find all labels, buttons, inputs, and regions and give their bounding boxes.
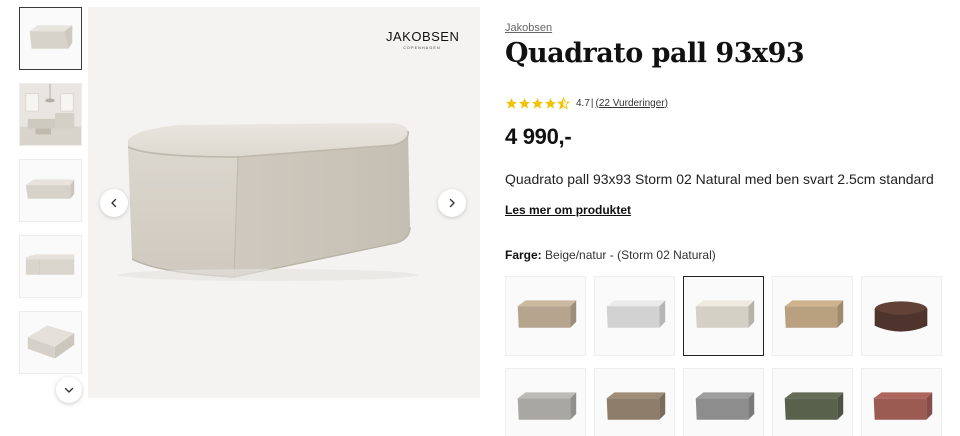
- thumbnail-2[interactable]: [19, 83, 82, 146]
- product-price: 4 990,-: [505, 124, 572, 149]
- swatch-ottoman-image: [606, 300, 666, 328]
- chevron-left-icon: [111, 198, 117, 208]
- thumbnail-1[interactable]: [19, 7, 82, 70]
- thumbnails-scroll-down-button[interactable]: [56, 377, 82, 403]
- rating-separator: |: [590, 97, 594, 109]
- thumbnail-3[interactable]: [19, 159, 82, 222]
- room-scene-image: [20, 84, 81, 145]
- color-swatch[interactable]: [861, 368, 942, 436]
- color-swatch[interactable]: [683, 368, 764, 436]
- read-more-link[interactable]: Les mer om produktet: [505, 203, 631, 217]
- swatch-ottoman-image: [874, 301, 928, 332]
- star-full-icon: [519, 97, 530, 109]
- brand-link[interactable]: Jakobsen: [505, 22, 552, 34]
- product-title: Quadrato pall 93x93: [505, 38, 805, 69]
- color-swatch[interactable]: [772, 276, 853, 356]
- ottoman-image: [25, 254, 75, 275]
- star-full-icon: [532, 97, 543, 109]
- reviews-link[interactable]: (22 Vurderinger): [596, 98, 668, 109]
- ottoman-image: [29, 25, 73, 49]
- product-description: Quadrato pall 93x93 Storm 02 Natural med…: [505, 171, 934, 187]
- star-full-icon: [545, 97, 556, 109]
- main-product-image: JAKOBSEN COPENHAGEN: [88, 7, 480, 398]
- swatch-ottoman-image: [695, 300, 755, 328]
- rating-value: 4.7: [576, 97, 590, 109]
- brand-logo: JAKOBSEN COPENHAGEN: [386, 29, 460, 50]
- swatch-ottoman-image: [784, 300, 844, 328]
- chevron-down-icon: [64, 387, 74, 393]
- swatch-ottoman-image: [873, 392, 933, 420]
- selected-color: Farge: Beige/natur - (Storm 02 Natural): [505, 248, 716, 262]
- swatch-ottoman-image: [695, 392, 755, 420]
- product-rating: 4.7 | (22 Vurderinger): [505, 95, 668, 111]
- color-swatch[interactable]: [594, 276, 675, 356]
- swatch-ottoman-image: [784, 392, 844, 420]
- star-rating: [505, 96, 570, 110]
- color-swatch[interactable]: [594, 368, 675, 436]
- ottoman-illustration: [118, 123, 418, 281]
- ottoman-image: [25, 179, 75, 199]
- swatch-ottoman-image: [517, 300, 577, 328]
- color-swatch[interactable]: [505, 368, 586, 436]
- thumbnail-5[interactable]: [19, 311, 82, 374]
- color-value: Beige/natur - (Storm 02 Natural): [545, 248, 716, 262]
- color-swatch[interactable]: [505, 276, 586, 356]
- chevron-right-icon: [449, 198, 455, 208]
- previous-image-button[interactable]: [100, 189, 128, 217]
- color-swatch[interactable]: [683, 276, 764, 356]
- star-half-icon: [557, 96, 570, 110]
- next-image-button[interactable]: [438, 189, 466, 217]
- color-swatch[interactable]: [772, 368, 853, 436]
- swatch-ottoman-image: [517, 392, 577, 420]
- star-full-icon: [506, 97, 517, 109]
- color-label: Farge:: [505, 248, 542, 262]
- thumbnail-4[interactable]: [19, 235, 82, 298]
- ottoman-image: [27, 325, 75, 359]
- color-swatch[interactable]: [861, 276, 942, 356]
- swatch-ottoman-image: [606, 392, 666, 420]
- logo-wordmark: JAKOBSEN: [386, 29, 460, 44]
- logo-subtitle: COPENHAGEN: [403, 46, 441, 50]
